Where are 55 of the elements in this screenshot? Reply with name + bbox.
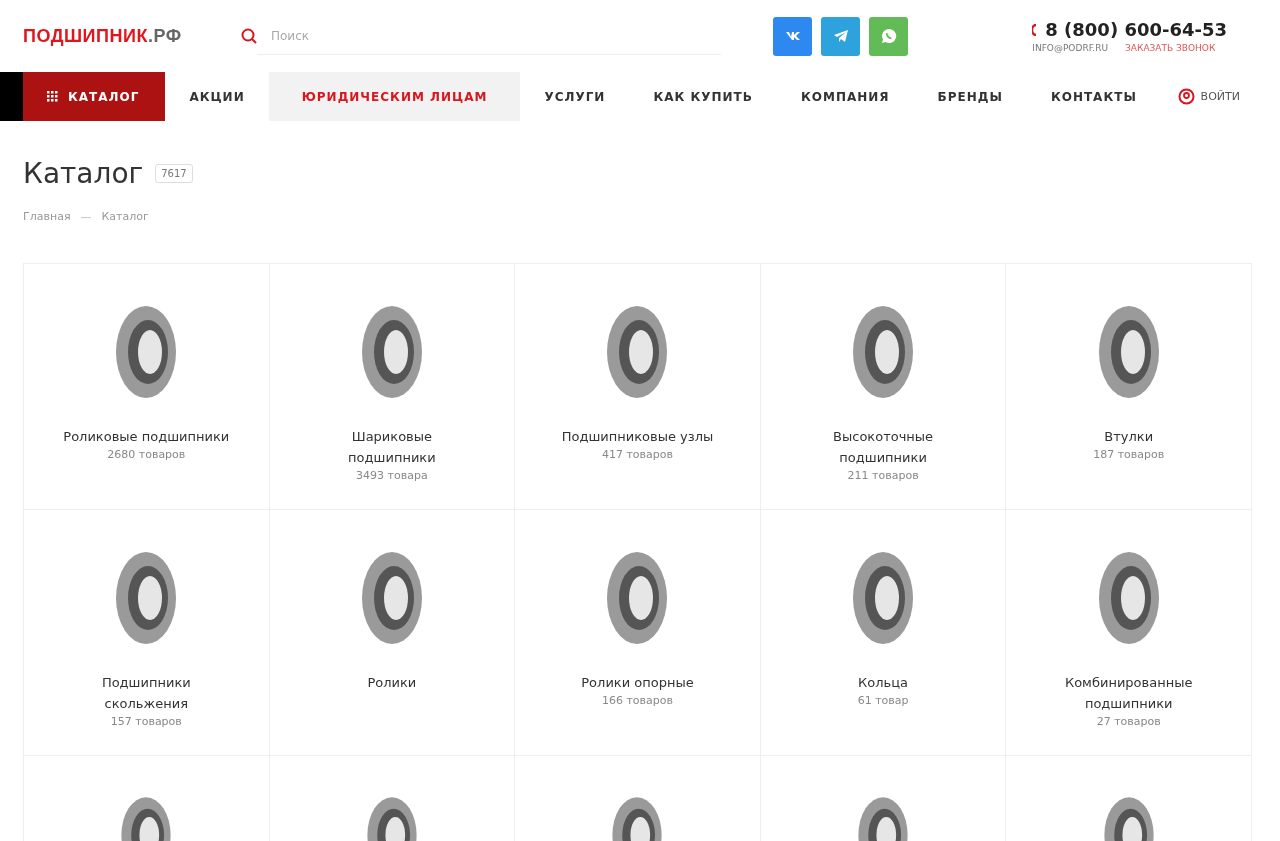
category-card[interactable]: Высокоточные подшипники 211 товаров bbox=[760, 264, 1007, 510]
vk-button[interactable] bbox=[773, 16, 812, 56]
category-card[interactable]: Роликовые подшипники 2680 товаров bbox=[24, 264, 270, 510]
paper-plane-icon bbox=[833, 30, 848, 42]
nav-item[interactable]: КАК КУПИТЬ bbox=[629, 72, 777, 121]
category-name: Роликовые подшипники bbox=[63, 428, 230, 446]
user-icon bbox=[1177, 88, 1195, 105]
chat-bubble-icon bbox=[880, 28, 897, 44]
site-logo[interactable]: ПОДШИПНИК.РФ bbox=[23, 25, 233, 47]
phone-icon bbox=[1032, 23, 1038, 36]
category-count: 211 товаров bbox=[847, 469, 919, 482]
category-card[interactable]: Ролики опорные 166 товаров bbox=[515, 510, 761, 756]
vk-icon bbox=[784, 31, 801, 41]
category-count: 27 товаров bbox=[1096, 715, 1161, 728]
email-link[interactable]: INFO@PODRF.RU bbox=[1032, 43, 1109, 53]
category-count: 61 товар bbox=[857, 694, 909, 707]
category-name: Ролики bbox=[367, 674, 417, 692]
category-count: 187 товаров bbox=[1093, 448, 1165, 461]
category-name: Комбинированные подшипники bbox=[1063, 674, 1194, 713]
category-card[interactable]: Ролики bbox=[269, 510, 516, 756]
count-badge: 7617 bbox=[155, 164, 193, 183]
category-name: Подшипники скольжения bbox=[100, 674, 192, 713]
nav-side-bar bbox=[0, 72, 23, 121]
nav-item[interactable]: БРЕНДЫ bbox=[913, 72, 1027, 121]
nav-item[interactable]: ЮРИДИЧЕСКИМ ЛИЦАМ bbox=[268, 72, 521, 121]
category-name: Шариковые подшипники bbox=[347, 428, 437, 467]
search-icon bbox=[241, 28, 257, 44]
grid-icon bbox=[47, 91, 58, 102]
callback-link[interactable]: ЗАКАЗАТЬ ЗВОНОК bbox=[1125, 43, 1216, 53]
category-count: 3493 товара bbox=[356, 469, 428, 482]
nav-item[interactable]: КАТАЛОГ bbox=[23, 72, 166, 121]
category-card[interactable]: Комбинированные подшипники 27 товаров bbox=[1006, 510, 1252, 756]
category-card[interactable]: Кольца 61 товар bbox=[760, 510, 1007, 756]
telegram-button[interactable] bbox=[821, 16, 860, 56]
category-card[interactable]: Подшипники скольжения 157 товаров bbox=[24, 510, 270, 756]
page-title: Каталог bbox=[23, 157, 144, 190]
breadcrumb-separator: — bbox=[80, 210, 92, 223]
phone-number[interactable]: 8 (800) 600-64-53 bbox=[1045, 19, 1227, 40]
nav-item[interactable]: КОНТАКТЫ bbox=[1026, 72, 1161, 121]
nav-item[interactable]: АКЦИИ bbox=[165, 72, 269, 121]
category-card[interactable]: Втулки 187 товаров bbox=[1006, 264, 1252, 510]
category-count: 157 товаров bbox=[110, 715, 182, 728]
category-name: Кольца bbox=[858, 674, 909, 692]
category-name: Втулки bbox=[1104, 428, 1154, 446]
category-count: 2680 товаров bbox=[107, 448, 186, 461]
category-card[interactable]: Подшипниковые узлы 417 товаров bbox=[515, 264, 761, 510]
login-link[interactable]: ВОЙТИ bbox=[1177, 72, 1240, 121]
category-count: 417 товаров bbox=[601, 448, 673, 461]
category-name: Подшипниковые узлы bbox=[561, 428, 714, 446]
nav-item[interactable]: УСЛУГИ bbox=[520, 72, 630, 121]
category-name: Ролики опорные bbox=[581, 674, 694, 692]
nav-item[interactable]: КОМПАНИЯ bbox=[776, 72, 914, 121]
category-card[interactable]: Шариковые подшипники 3493 товара bbox=[269, 264, 516, 510]
category-name: Высокоточные подшипники bbox=[832, 428, 935, 467]
category-count: 166 товаров bbox=[601, 694, 673, 707]
